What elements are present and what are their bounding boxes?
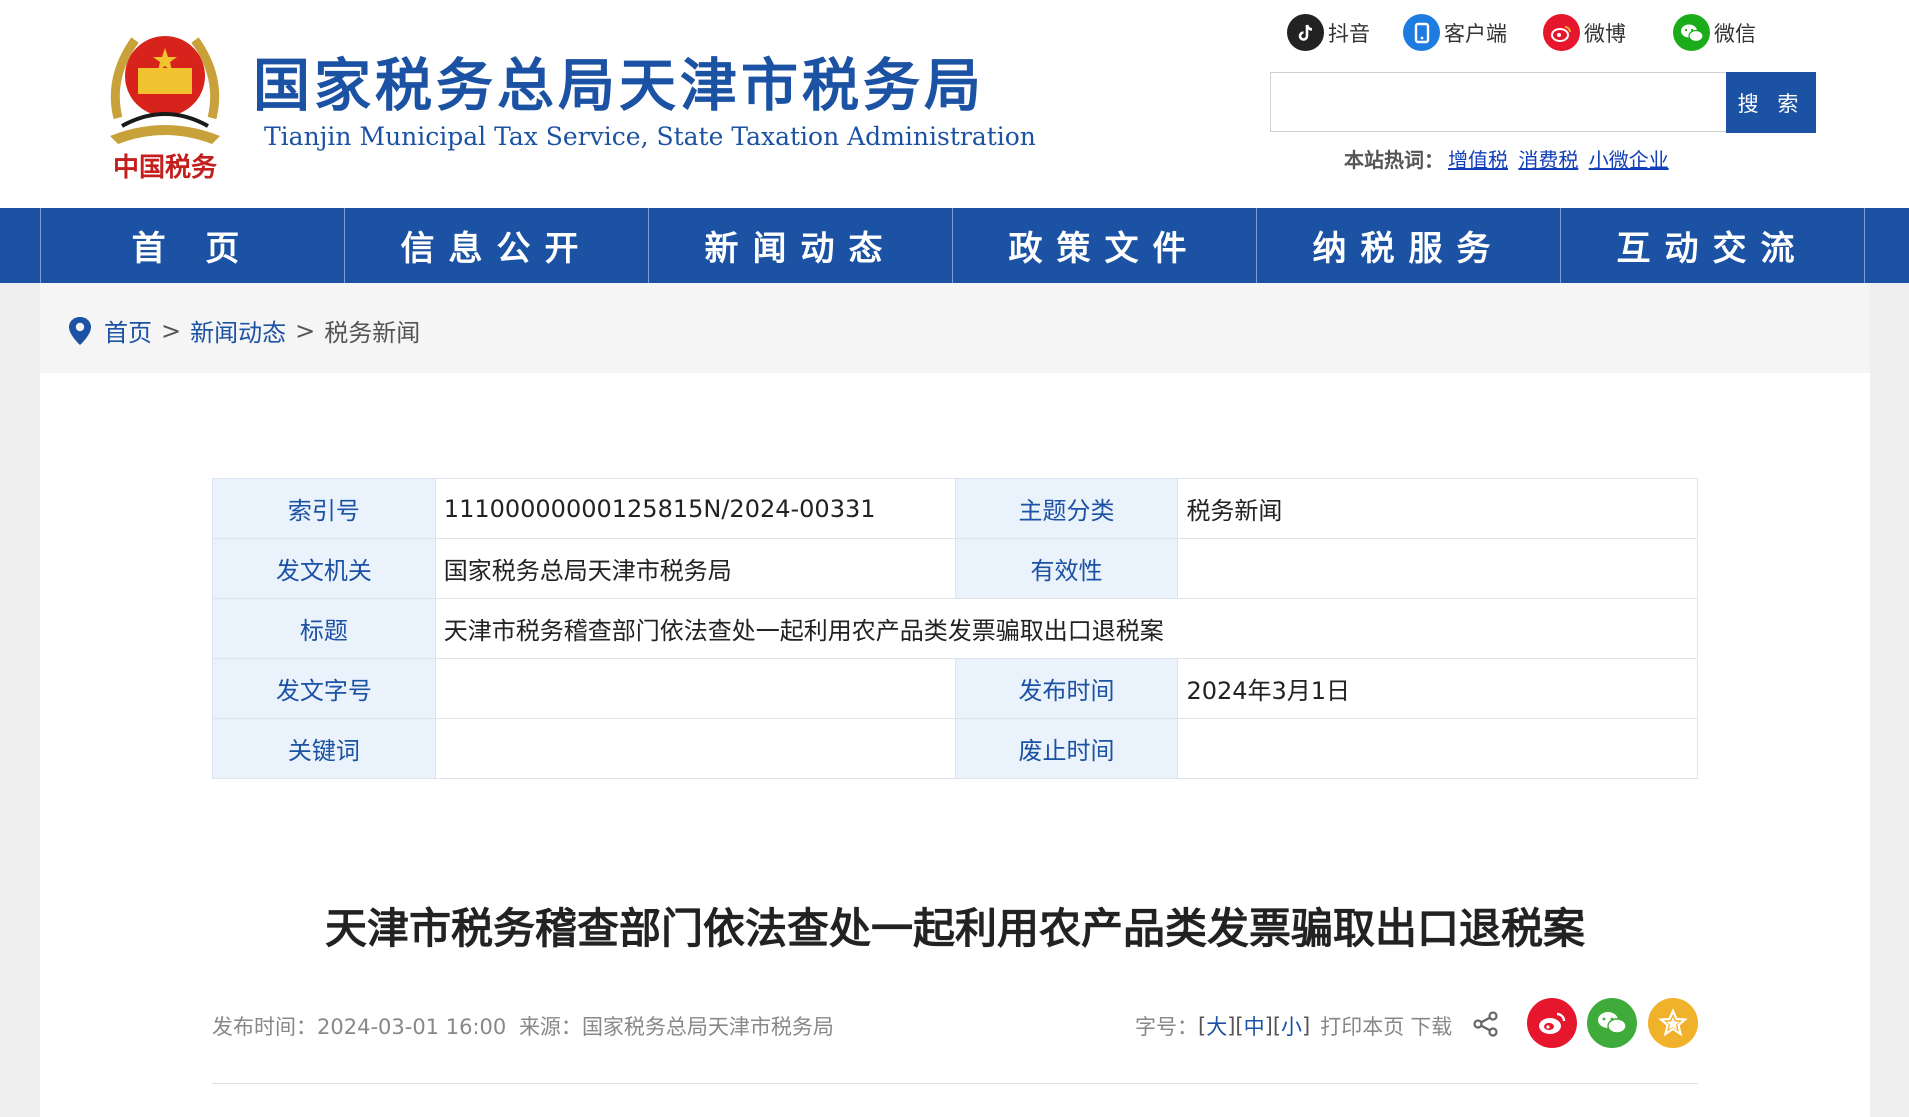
wechat-share-icon[interactable] bbox=[1587, 998, 1637, 1048]
breadcrumb-bar: 首页 > 新闻动态 > 税务新闻 bbox=[40, 283, 1870, 373]
title-label: 标题 bbox=[212, 598, 436, 659]
index-label: 索引号 bbox=[212, 478, 436, 539]
nav-item-news[interactable]: 新闻动态 bbox=[649, 208, 953, 283]
nav-item-interaction[interactable]: 互动交流 bbox=[1561, 208, 1865, 283]
bracket: ] bbox=[1302, 1014, 1311, 1038]
breadcrumb-separator: > bbox=[161, 316, 182, 345]
bracket: ] bbox=[1264, 1014, 1273, 1038]
favorite-icon[interactable] bbox=[1648, 998, 1698, 1048]
svg-text:中国税务: 中国税务 bbox=[113, 153, 217, 183]
hotword-consumption-tax[interactable]: 消费税 bbox=[1518, 148, 1578, 172]
hotword-small-business[interactable]: 小微企业 bbox=[1589, 148, 1669, 172]
mobile-app-link[interactable]: 客户端 bbox=[1403, 14, 1507, 51]
breadcrumb-news[interactable]: 新闻动态 bbox=[190, 313, 286, 348]
main-nav: 首 页 信息公开 新闻动态 政策文件 纳税服务 互动交流 bbox=[0, 208, 1909, 283]
article-tools: 字号： [大] [中] [小] 打印本页 下载 bbox=[1135, 1011, 1452, 1041]
hotword-vat[interactable]: 增值税 bbox=[1448, 148, 1508, 172]
douyin-icon bbox=[1287, 14, 1324, 51]
bracket: [ bbox=[1235, 1014, 1244, 1038]
wechat-link[interactable]: 微信 bbox=[1673, 14, 1756, 51]
nav-item-info-disclosure[interactable]: 信息公开 bbox=[345, 208, 649, 283]
table-row: 标题 天津市税务稽查部门依法查处一起利用农产品类发票骗取出口退税案 bbox=[212, 598, 1699, 659]
weibo-share-icon[interactable] bbox=[1527, 998, 1577, 1048]
hotwords-label: 本站热词： bbox=[1344, 148, 1444, 172]
expiry-label: 废止时间 bbox=[954, 718, 1179, 779]
weibo-icon bbox=[1543, 14, 1580, 51]
divider bbox=[212, 1083, 1698, 1084]
title-value: 天津市税务稽查部门依法查处一起利用农产品类发票骗取出口退税案 bbox=[434, 598, 1699, 659]
validity-label: 有效性 bbox=[954, 538, 1179, 599]
table-row: 关键词 废止时间 bbox=[212, 718, 1698, 779]
share-icon[interactable] bbox=[1472, 1010, 1500, 1038]
bracket: ] bbox=[1227, 1014, 1236, 1038]
search-input[interactable] bbox=[1270, 72, 1726, 132]
font-large-button[interactable]: 大 bbox=[1206, 1011, 1227, 1041]
print-button[interactable]: 打印本页 bbox=[1320, 1011, 1404, 1041]
mobile-app-label: 客户端 bbox=[1444, 21, 1507, 46]
keywords-label: 关键词 bbox=[212, 718, 436, 779]
issuer-value: 国家税务总局天津市税务局 bbox=[434, 538, 956, 599]
docno-value bbox=[434, 658, 956, 719]
validity-value bbox=[1177, 538, 1698, 599]
wechat-icon bbox=[1673, 14, 1710, 51]
index-value: 11100000000125815N/2024-00331 bbox=[434, 478, 956, 539]
nav-item-policy[interactable]: 政策文件 bbox=[953, 208, 1257, 283]
pubdate-label: 发布时间 bbox=[954, 658, 1179, 719]
emblem-logo: 中国税务 bbox=[110, 36, 220, 183]
hotwords: 本站热词： 增值税 消费税 小微企业 bbox=[1344, 144, 1669, 173]
site-title: 国家税务总局天津市税务局 bbox=[253, 53, 985, 119]
article-title: 天津市税务稽查部门依法查处一起利用农产品类发票骗取出口退税案 bbox=[324, 904, 1585, 953]
breadcrumb-separator: > bbox=[295, 316, 316, 345]
site-header: 中国税务 国家税务总局天津市税务局 Tianjin Municipal Tax … bbox=[0, 0, 1909, 208]
bracket: [ bbox=[1272, 1014, 1282, 1038]
site-subtitle: Tianjin Municipal Tax Service, State Tax… bbox=[264, 122, 1036, 151]
douyin-link[interactable]: 抖音 bbox=[1287, 14, 1370, 51]
table-row: 发文字号 发布时间 2024年3月1日 bbox=[212, 658, 1698, 719]
keywords-value bbox=[434, 718, 956, 779]
mobile-app-icon bbox=[1403, 14, 1440, 51]
font-medium-button[interactable]: 中 bbox=[1244, 1011, 1265, 1041]
topic-label: 主题分类 bbox=[954, 478, 1179, 539]
document-info-table: 索引号 11100000000125815N/2024-00331 主题分类 税… bbox=[212, 478, 1699, 779]
breadcrumb-home[interactable]: 首页 bbox=[104, 313, 152, 348]
source-label: 来源： bbox=[518, 1015, 582, 1039]
bracket: [ bbox=[1198, 1014, 1207, 1038]
source-value: 国家税务总局天津市税务局 bbox=[581, 1015, 834, 1039]
pubdate-value: 2024年3月1日 bbox=[1177, 658, 1698, 719]
breadcrumb: 首页 > 新闻动态 > 税务新闻 bbox=[68, 313, 420, 348]
search-button[interactable]: 搜 索 bbox=[1726, 72, 1816, 133]
published-label: 发布时间： bbox=[212, 1015, 317, 1039]
topic-value: 税务新闻 bbox=[1177, 478, 1698, 539]
content-panel: 首页 > 新闻动态 > 税务新闻 索引号 11100000000125815N/… bbox=[40, 283, 1870, 1117]
table-row: 发文机关 国家税务总局天津市税务局 有效性 bbox=[212, 538, 1698, 599]
download-button[interactable]: 下载 bbox=[1410, 1011, 1452, 1041]
douyin-label: 抖音 bbox=[1328, 21, 1370, 46]
weibo-link[interactable]: 微博 bbox=[1543, 14, 1626, 51]
nav-item-home[interactable]: 首 页 bbox=[41, 208, 345, 283]
wechat-label: 微信 bbox=[1714, 21, 1756, 46]
location-pin-icon bbox=[69, 316, 91, 345]
table-row: 索引号 11100000000125815N/2024-00331 主题分类 税… bbox=[212, 478, 1698, 539]
published-value: 2024-03-01 16:00 bbox=[317, 1015, 507, 1039]
breadcrumb-current: 税务新闻 bbox=[324, 319, 421, 347]
docno-label: 发文字号 bbox=[212, 658, 436, 719]
article-meta: 发布时间：2024-03-01 16:00 来源：国家税务总局天津市税务局 bbox=[212, 1011, 834, 1041]
expiry-value bbox=[1177, 718, 1698, 779]
issuer-label: 发文机关 bbox=[212, 538, 436, 599]
nav-item-tax-service[interactable]: 纳税服务 bbox=[1257, 208, 1561, 283]
weibo-label: 微博 bbox=[1584, 21, 1626, 46]
font-small-button[interactable]: 小 bbox=[1281, 1011, 1302, 1041]
font-size-label: 字号： bbox=[1135, 1015, 1198, 1039]
